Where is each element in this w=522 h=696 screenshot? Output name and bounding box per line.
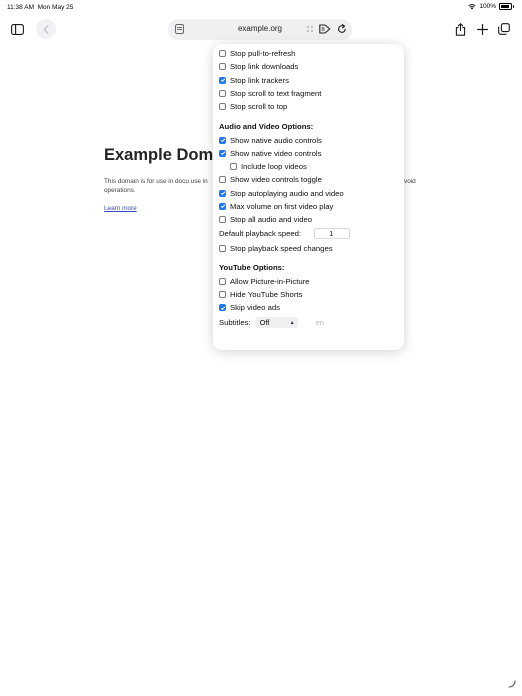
option-show-native-audio-controls[interactable]: Show native audio controls	[219, 133, 400, 146]
status-time-text: 11:38 AM	[7, 4, 34, 11]
option-label: Stop link downloads	[230, 62, 299, 72]
checkbox[interactable]	[219, 63, 226, 71]
extension-popup: Stop pull-to-refresh Stop link downloads…	[213, 44, 404, 350]
option-stop-link-trackers[interactable]: Stop link trackers	[219, 74, 400, 87]
address-bar[interactable]: example.org	[168, 19, 352, 40]
tabs-overview-button[interactable]	[494, 19, 514, 39]
tabs-icon	[498, 23, 510, 35]
plus-icon	[476, 23, 488, 35]
checkbox[interactable]	[219, 50, 226, 58]
option-stop-scroll-to-top[interactable]: Stop scroll to top	[219, 100, 400, 113]
option-label: Show native video controls	[230, 148, 322, 158]
subtitles-select-value: Off	[259, 317, 270, 327]
popup-content: Stop pull-to-refresh Stop link downloads…	[219, 47, 400, 330]
checkbox[interactable]	[219, 176, 226, 184]
checkbox[interactable]	[219, 103, 226, 111]
chevron-up-down-icon: ▴︎	[290, 319, 294, 326]
status-bar: 11:38 AM Mon May 25 100%	[0, 0, 522, 16]
checkbox[interactable]	[219, 244, 226, 252]
status-time: 11:38 AM Mon May 25	[7, 4, 73, 11]
av-section-heading: Audio and Video Options:	[219, 122, 314, 132]
sidebar-button[interactable]	[7, 19, 27, 39]
share-icon	[455, 22, 465, 36]
checkbox[interactable]	[219, 304, 226, 312]
translate-icon[interactable]	[304, 23, 316, 35]
checkbox[interactable]	[230, 163, 237, 171]
subtitles-label: Subtitles:	[219, 317, 251, 327]
checkbox[interactable]	[219, 203, 226, 210]
option-allow-pip[interactable]: Allow Picture-in-Picture	[219, 275, 400, 288]
option-label: Stop autoplaying audio and video	[230, 188, 344, 198]
option-label: Stop scroll to text fragment	[230, 89, 322, 99]
share-button[interactable]	[450, 19, 470, 39]
checkbox[interactable]	[219, 277, 226, 285]
page-heading: Example Doma	[104, 146, 223, 164]
checkbox[interactable]	[219, 189, 226, 197]
option-label: Stop pull-to-refresh	[230, 49, 296, 59]
option-stop-pull-to-refresh[interactable]: Stop pull-to-refresh	[219, 47, 400, 60]
back-button[interactable]	[36, 19, 56, 39]
option-label: Stop playback speed changes	[230, 243, 333, 253]
subtitles-select[interactable]: Off ▴︎	[254, 316, 298, 328]
checkbox[interactable]	[219, 136, 226, 144]
option-stop-all-audio-video[interactable]: Stop all audio and video	[219, 213, 400, 226]
page-paragraph-tail: void	[404, 178, 416, 185]
wifi-icon	[468, 3, 477, 10]
page-paragraph: This domain is for use in docu use in op…	[104, 178, 208, 194]
option-label: Max volume on first video play	[230, 202, 334, 211]
reader-icon[interactable]	[319, 23, 331, 35]
sidebar-icon	[10, 23, 24, 35]
new-tab-button[interactable]	[472, 19, 492, 39]
option-stop-playback-speed-changes[interactable]: Stop playback speed changes	[219, 241, 400, 254]
checkbox[interactable]	[219, 216, 226, 224]
playback-speed-row: Default playback speed: 1	[219, 226, 400, 241]
option-max-volume-first-play[interactable]: Max volume on first video play	[219, 200, 400, 213]
option-label: Include loop videos	[241, 162, 307, 172]
checkbox[interactable]	[219, 149, 226, 157]
subtitle-language-input[interactable]: en	[316, 318, 324, 327]
option-show-video-controls-toggle[interactable]: Show video controls toggle	[219, 173, 400, 186]
back-icon	[43, 24, 49, 34]
option-label: Skip video ads	[230, 303, 280, 313]
playback-speed-input[interactable]: 1	[314, 228, 351, 240]
subtitles-row: Subtitles: Off ▴︎ en	[219, 315, 400, 330]
checkbox[interactable]	[219, 291, 226, 299]
option-include-loop-videos[interactable]: Include loop videos	[219, 160, 400, 173]
option-label: Hide YouTube Shorts	[230, 290, 303, 300]
option-label: Show native audio controls	[230, 135, 322, 145]
option-stop-scroll-to-text-fragment[interactable]: Stop scroll to text fragment	[219, 87, 400, 100]
option-label: Stop scroll to top	[230, 102, 288, 112]
checkbox[interactable]	[219, 90, 226, 98]
option-label: Stop link trackers	[230, 75, 289, 85]
option-show-native-video-controls[interactable]: Show native video controls	[219, 147, 400, 160]
option-stop-link-downloads[interactable]: Stop link downloads	[219, 60, 400, 73]
learn-more-link[interactable]: Learn more	[104, 205, 137, 212]
battery-icon	[499, 3, 514, 10]
browser-toolbar: example.org	[0, 16, 522, 42]
checkbox[interactable]	[219, 76, 226, 84]
option-stop-autoplaying[interactable]: Stop autoplaying audio and video	[219, 187, 400, 200]
youtube-section-heading: YouTube Options:	[219, 263, 285, 273]
option-skip-video-ads[interactable]: Skip video ads	[219, 301, 400, 314]
playback-speed-label: Default playback speed:	[219, 229, 302, 239]
status-date-text: Mon May 25	[37, 4, 74, 11]
battery-percent: 100%	[479, 3, 496, 10]
option-label: Stop all audio and video	[230, 215, 313, 225]
option-label: Allow Picture-in-Picture	[230, 276, 310, 286]
option-hide-youtube-shorts[interactable]: Hide YouTube Shorts	[219, 288, 400, 301]
status-right: 100%	[468, 3, 514, 10]
reload-icon[interactable]	[336, 23, 348, 35]
option-label: Show video controls toggle	[230, 175, 322, 185]
resize-handle-icon[interactable]	[508, 680, 516, 688]
